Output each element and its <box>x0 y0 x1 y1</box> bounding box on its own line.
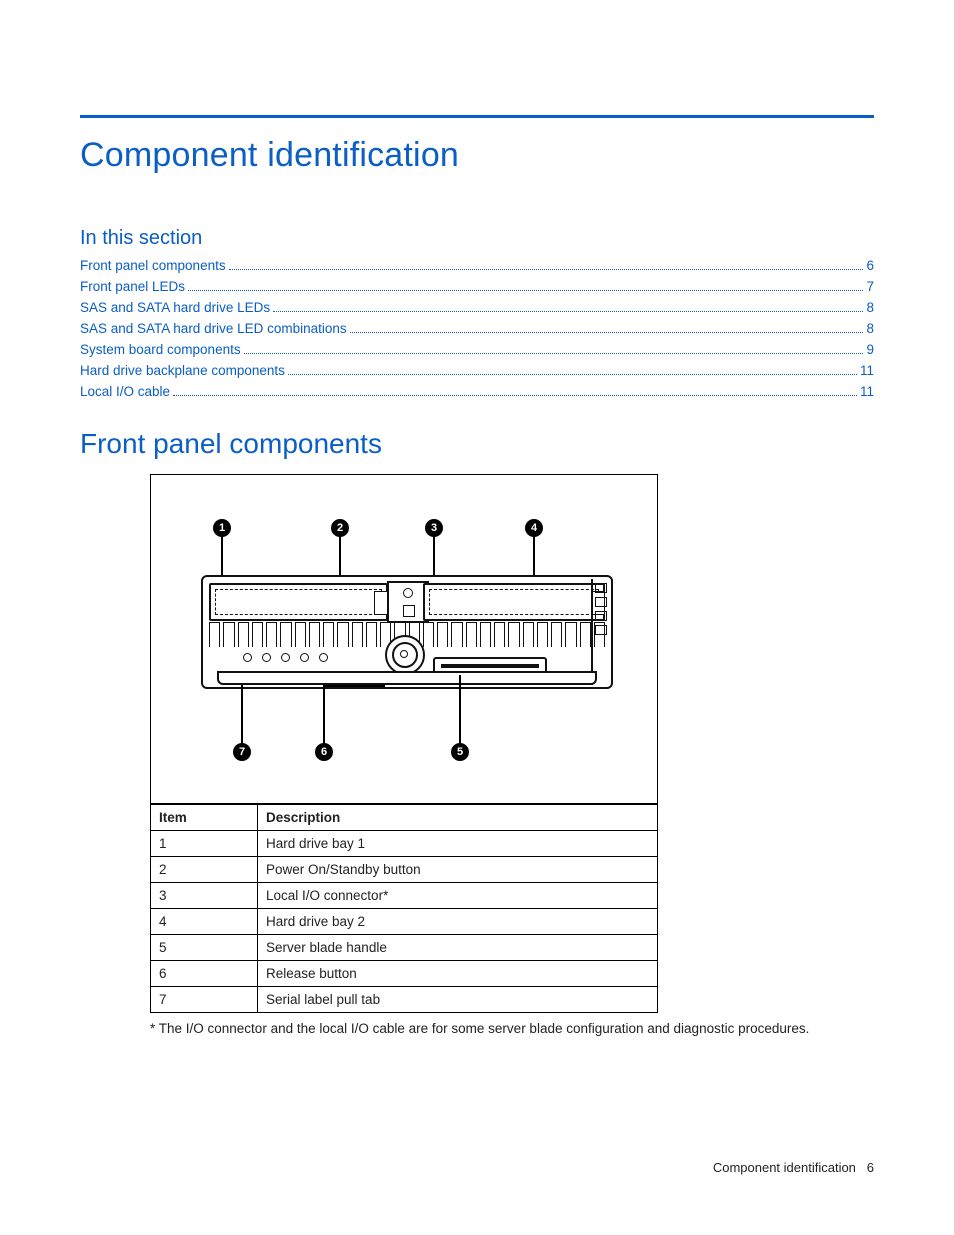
table-header-row: Item Description <box>151 805 658 831</box>
callout-4: 4 <box>525 519 543 537</box>
footer-text: Component identification <box>713 1160 856 1175</box>
toc-leader-dots <box>244 353 864 354</box>
toc-entry[interactable]: Front panel LEDs 7 <box>80 277 874 298</box>
callout-6: 6 <box>315 743 333 761</box>
cell-item: 4 <box>151 909 258 935</box>
lead-line <box>241 685 243 743</box>
toc-label: Local I/O cable <box>80 382 170 403</box>
page-title: Component identification <box>80 136 874 175</box>
led-row <box>243 653 328 662</box>
toc-leader-dots <box>173 395 857 396</box>
cell-item: 2 <box>151 857 258 883</box>
toc-leader-dots <box>288 374 857 375</box>
cell-description: Serial label pull tab <box>258 987 658 1013</box>
toc-entry[interactable]: SAS and SATA hard drive LEDs 8 <box>80 298 874 319</box>
toc-entry[interactable]: SAS and SATA hard drive LED combinations… <box>80 319 874 340</box>
toc-leader-dots <box>273 311 863 312</box>
table-row: 6Release button <box>151 961 658 987</box>
toc-leader-dots <box>229 269 864 270</box>
top-rule <box>80 115 874 118</box>
page-footer: Component identification 6 <box>713 1160 874 1175</box>
server-blade-chassis <box>201 575 613 689</box>
callout-5: 5 <box>451 743 469 761</box>
in-this-section-heading: In this section <box>80 227 874 250</box>
toc-label: Hard drive backplane components <box>80 361 285 382</box>
cell-description: Hard drive bay 2 <box>258 909 658 935</box>
section-heading: Front panel components <box>80 428 874 460</box>
toc-label: Front panel components <box>80 256 226 277</box>
toc-entry[interactable]: Hard drive backplane components 11 <box>80 361 874 382</box>
table-row: 2Power On/Standby button <box>151 857 658 883</box>
cell-description: Local I/O connector* <box>258 883 658 909</box>
cell-item: 5 <box>151 935 258 961</box>
toc-entry[interactable]: Local I/O cable 11 <box>80 382 874 403</box>
toc-label: SAS and SATA hard drive LEDs <box>80 298 270 319</box>
cell-description: Server blade handle <box>258 935 658 961</box>
cell-description: Power On/Standby button <box>258 857 658 883</box>
toc-entry[interactable]: System board components 9 <box>80 340 874 361</box>
toc-page-number: 7 <box>866 277 874 298</box>
toc-page-number: 6 <box>866 256 874 277</box>
toc-leader-dots <box>350 332 864 333</box>
cell-item: 1 <box>151 831 258 857</box>
toc-leader-dots <box>188 290 863 291</box>
callout-2: 2 <box>331 519 349 537</box>
toc-page-number: 11 <box>860 382 874 403</box>
toc-page-number: 8 <box>866 319 874 340</box>
cell-item: 6 <box>151 961 258 987</box>
header-description: Description <box>258 805 658 831</box>
lead-line <box>323 685 325 743</box>
indicator-icon <box>403 605 415 617</box>
hard-drive-bay-2 <box>423 583 605 621</box>
table-row: 7Serial label pull tab <box>151 987 658 1013</box>
toc-page-number: 9 <box>866 340 874 361</box>
table-row: 1Hard drive bay 1 <box>151 831 658 857</box>
right-edge-detail <box>591 579 609 685</box>
callout-7: 7 <box>233 743 251 761</box>
footer-page: 6 <box>867 1160 874 1175</box>
hard-drive-bay-1 <box>209 583 388 621</box>
release-button <box>385 635 425 675</box>
table-row: 4Hard drive bay 2 <box>151 909 658 935</box>
toc-entry[interactable]: Front panel components 6 <box>80 256 874 277</box>
callout-3: 3 <box>425 519 443 537</box>
front-panel-diagram: 1 2 3 4 7 6 <box>150 474 658 804</box>
cell-item: 3 <box>151 883 258 909</box>
table-row: 3Local I/O connector* <box>151 883 658 909</box>
toc-label: SAS and SATA hard drive LED combinations <box>80 319 347 340</box>
toc-page-number: 8 <box>866 298 874 319</box>
power-button-icon <box>403 588 413 598</box>
toc-label: System board components <box>80 340 241 361</box>
table-row: 5Server blade handle <box>151 935 658 961</box>
toc-page-number: 11 <box>860 361 874 382</box>
callout-1: 1 <box>213 519 231 537</box>
header-item: Item <box>151 805 258 831</box>
lead-line <box>459 675 461 743</box>
cell-item: 7 <box>151 987 258 1013</box>
cell-description: Hard drive bay 1 <box>258 831 658 857</box>
server-blade-handle <box>217 671 597 685</box>
cell-description: Release button <box>258 961 658 987</box>
document-page: Component identification In this section… <box>0 0 954 1235</box>
table-of-contents: Front panel components 6 Front panel LEDs 7… <box>80 256 874 402</box>
component-table: Item Description 1Hard drive bay 12Power… <box>150 804 658 1013</box>
toc-label: Front panel LEDs <box>80 277 185 298</box>
footnote: * The I/O connector and the local I/O ca… <box>150 1021 874 1036</box>
lead-line <box>323 685 385 687</box>
